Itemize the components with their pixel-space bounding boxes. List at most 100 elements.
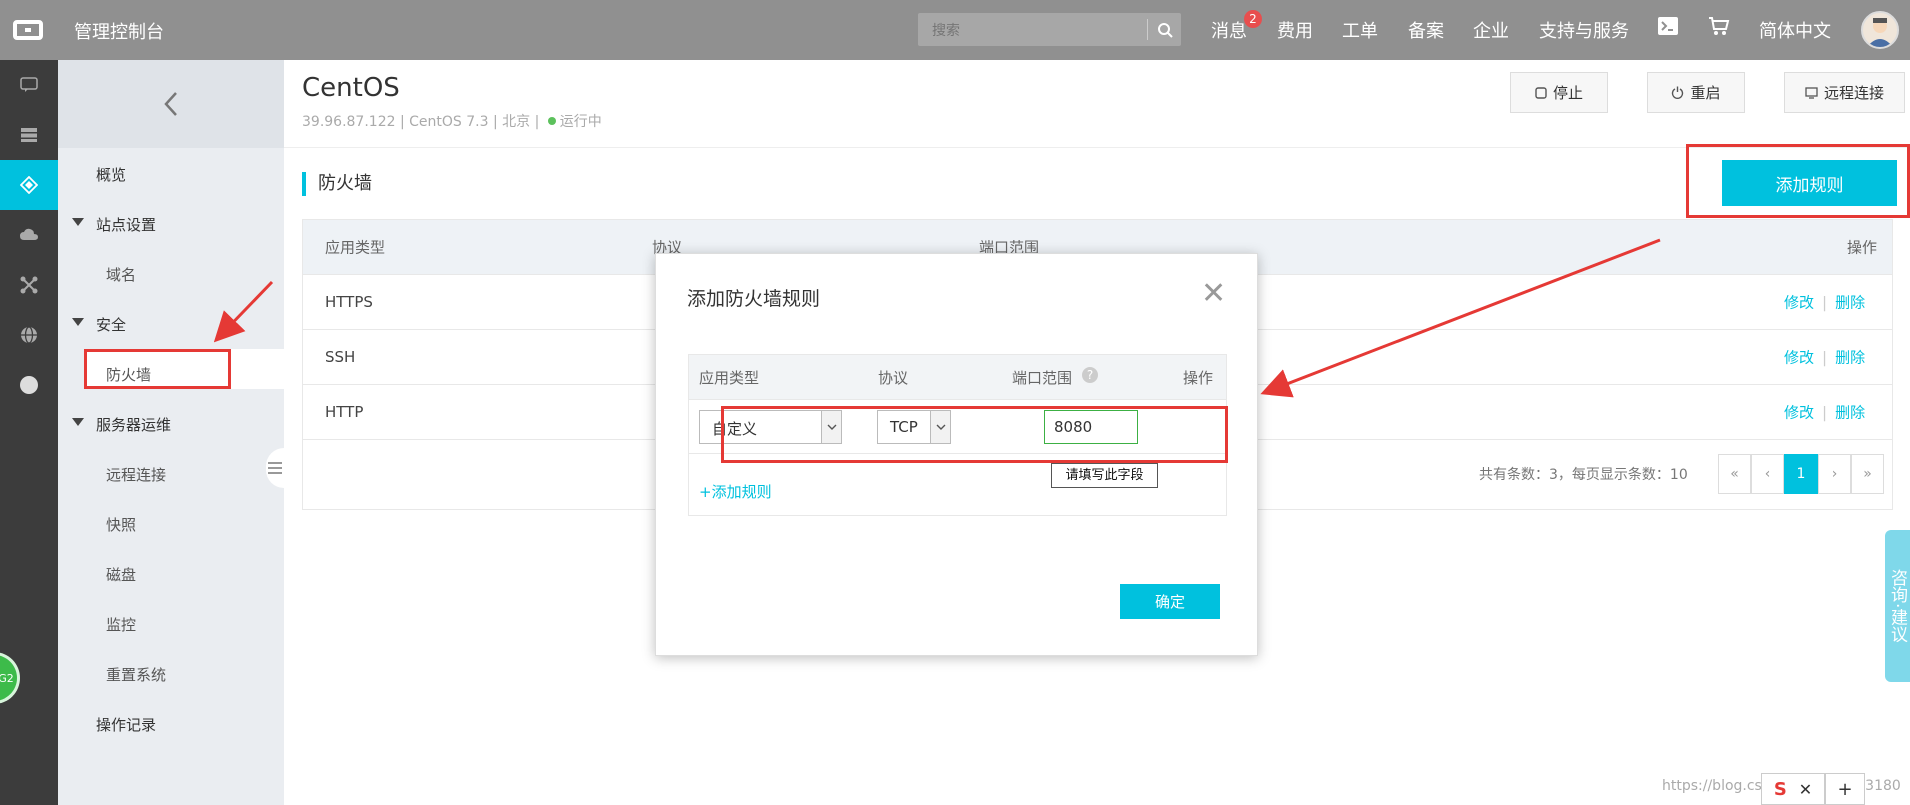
sidebar-group-server-ops[interactable]: 服务器运维 [96, 414, 171, 435]
terminal-icon[interactable] [1657, 16, 1679, 41]
cart-icon[interactable] [1708, 16, 1730, 41]
close-icon[interactable]: ✕ [1799, 780, 1812, 799]
remote-desktop-icon [1805, 86, 1818, 99]
row-app-type: HTTPS [325, 293, 373, 311]
rule-column-actions: 操作 [1183, 369, 1214, 387]
chevron-down-icon [821, 411, 841, 443]
nav-filing[interactable]: 备案 [1408, 17, 1444, 43]
row-actions: 修改 | 删除 [1784, 292, 1865, 313]
column-actions: 操作 [1847, 238, 1878, 257]
delete-link[interactable]: 删除 [1835, 349, 1865, 367]
rail-globe[interactable] [0, 310, 58, 360]
search-input[interactable] [918, 13, 1146, 46]
sogou-s-icon: S [1773, 778, 1787, 800]
protocol-value: TCP [890, 418, 918, 436]
rail-network[interactable] [0, 260, 58, 310]
nav-support[interactable]: 支持与服务 [1539, 17, 1629, 43]
sidebar-item-domain[interactable]: 域名 [106, 264, 136, 285]
rail-chat[interactable] [0, 60, 58, 110]
delete-link[interactable]: 删除 [1835, 404, 1865, 422]
edit-link[interactable]: 修改 [1784, 349, 1814, 367]
rail-circle[interactable] [0, 360, 58, 410]
instance-status: 运行中 [559, 114, 602, 130]
globe-icon [21, 326, 37, 344]
action-separator: | [1822, 348, 1828, 367]
search-icon [1157, 22, 1173, 38]
rule-column-protocol: 协议 [878, 369, 909, 387]
help-icon[interactable]: ? [1082, 367, 1098, 383]
top-bar: 管理控制台 消息 2 费用 工单 备案 企业 支持与服务 简体中文 [0, 0, 1910, 60]
avatar[interactable] [1861, 11, 1899, 49]
consult-feedback-tab[interactable]: 咨询·建议 [1885, 530, 1910, 682]
remote-connect-button[interactable]: 远程连接 [1784, 72, 1905, 113]
search-box [918, 13, 1181, 46]
add-firewall-rule-dialog: 添加防火墙规则 ✕ 应用类型 协议 端口范围 ? 操作 自定义 TCP 8080 [655, 253, 1258, 656]
instance-os: CentOS 7.3 [409, 114, 489, 130]
logo[interactable] [0, 0, 55, 60]
sidebar-header [58, 60, 284, 148]
language-switch[interactable]: 简体中文 [1759, 17, 1831, 43]
pager-next[interactable]: › [1818, 454, 1851, 494]
pager-prev[interactable]: ‹ [1751, 454, 1784, 494]
edit-link[interactable]: 修改 [1784, 404, 1814, 422]
sidebar-item-firewall[interactable]: 防火墙 [106, 364, 151, 385]
console-title[interactable]: 管理控制台 [74, 18, 164, 44]
rail-cloud[interactable] [0, 210, 58, 260]
confirm-button[interactable]: 确定 [1120, 584, 1220, 619]
sidebar-item-logs[interactable]: 操作记录 [96, 714, 156, 735]
add-rule-link[interactable]: +添加规则 [699, 481, 772, 502]
nav-messages[interactable]: 消息 [1211, 17, 1247, 43]
nav-enterprise[interactable]: 企业 [1473, 17, 1509, 43]
screen: 管理控制台 消息 2 费用 工单 备案 企业 支持与服务 简体中文 [0, 0, 1910, 805]
sidebar-item-overview[interactable]: 概览 [96, 164, 126, 185]
port-range-input[interactable]: 8080 [1044, 410, 1138, 444]
edit-link[interactable]: 修改 [1784, 294, 1814, 312]
section-title: 防火墙 [302, 172, 372, 196]
add-rule-button[interactable]: 添加规则 [1722, 160, 1897, 206]
aliyun-logo-icon [12, 20, 43, 40]
sidebar-group-security[interactable]: 安全 [96, 314, 126, 335]
instance-meta: 39.96.87.122 | CentOS 7.3 | 北京 | 运行中 [302, 111, 602, 131]
list-icon [268, 462, 282, 474]
sidebar-item-remote[interactable]: 远程连接 [106, 464, 166, 485]
pager-first[interactable]: « [1718, 454, 1751, 494]
app-type-select[interactable]: 自定义 [699, 410, 842, 444]
search-button[interactable] [1148, 13, 1181, 46]
restart-button[interactable]: 重启 [1647, 72, 1745, 113]
rail-server[interactable] [0, 110, 58, 160]
sidebar-item-monitor[interactable]: 监控 [106, 614, 136, 635]
sidebar-toggle[interactable] [266, 448, 284, 488]
app-type-value: 自定义 [712, 420, 758, 438]
stop-button[interactable]: 停止 [1510, 72, 1608, 113]
rule-table-header: 应用类型 协议 端口范围 ? 操作 [689, 355, 1226, 399]
chevron-down-icon [930, 411, 950, 443]
nav-billing[interactable]: 费用 [1277, 17, 1313, 43]
rail-lightweight-server[interactable] [0, 160, 58, 210]
sidebar-item-disk[interactable]: 磁盘 [106, 564, 136, 585]
plus-icon[interactable]: + [1825, 773, 1865, 805]
sidebar-item-reset[interactable]: 重置系统 [106, 664, 166, 685]
sidebar: 概览 站点设置 域名 安全 防火墙 服务器运维 远程连接 快照 磁盘 监控 重置… [58, 60, 284, 805]
instance-header: CentOS 39.96.87.122 | CentOS 7.3 | 北京 | … [284, 60, 1910, 148]
delete-link[interactable]: 删除 [1835, 294, 1865, 312]
chevron-left-icon[interactable] [163, 91, 179, 117]
sidebar-group-site-settings[interactable]: 站点设置 [96, 214, 156, 235]
restart-button-label: 重启 [1690, 84, 1721, 102]
pagination-info: 共有条数：3，每页显示条数：10 [1479, 467, 1688, 483]
protocol-select[interactable]: TCP [877, 410, 951, 444]
row-actions: 修改 | 删除 [1784, 402, 1865, 423]
action-separator: | [1822, 403, 1828, 422]
action-separator: | [1822, 293, 1828, 312]
rule-row: 自定义 TCP 8080 [689, 399, 1226, 454]
server-icon [21, 128, 37, 142]
input-method-box[interactable]: S ✕ [1761, 773, 1825, 805]
pager-last[interactable]: » [1851, 454, 1884, 494]
close-icon[interactable]: ✕ [1201, 279, 1226, 309]
validation-tooltip: 请填写此字段 [1051, 463, 1158, 488]
rule-edit-table: 应用类型 协议 端口范围 ? 操作 自定义 TCP 8080 +添加规则 [688, 354, 1227, 516]
sidebar-item-snapshot[interactable]: 快照 [106, 514, 136, 535]
nav-tickets[interactable]: 工单 [1342, 17, 1378, 43]
row-app-type: HTTP [325, 403, 364, 421]
pager-page-1[interactable]: 1 [1784, 454, 1818, 494]
row-app-type: SSH [325, 348, 356, 366]
